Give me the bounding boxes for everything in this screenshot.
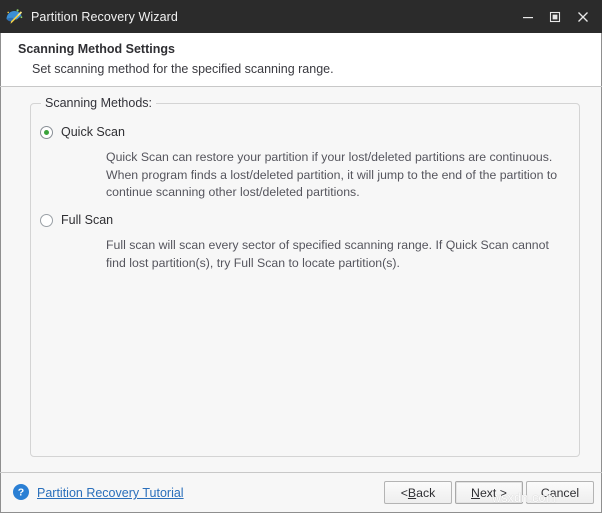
- radio-label-quick-scan: Quick Scan: [61, 125, 125, 139]
- back-button-label: <: [400, 485, 408, 500]
- option-description-full-scan: Full scan will scan every sector of spec…: [106, 238, 549, 270]
- cancel-button[interactable]: Cancel: [526, 481, 594, 504]
- next-button-label-rest: ext >: [479, 485, 507, 500]
- radio-button-full-scan[interactable]: [40, 214, 53, 227]
- page-subtitle: Set scanning method for the specified sc…: [32, 62, 334, 76]
- cancel-button-label: Cancel: [540, 485, 580, 500]
- radio-row-quick-scan[interactable]: Quick Scan: [40, 125, 572, 142]
- back-button-label-rest: ack: [416, 485, 436, 500]
- title-bar[interactable]: Partition Recovery Wizard: [0, 0, 602, 33]
- wizard-body: Scanning Methods: Quick Scan Quick Scan …: [1, 87, 601, 472]
- scanning-methods-groupbox: Scanning Methods: Quick Scan Quick Scan …: [30, 96, 580, 457]
- radio-button-quick-scan[interactable]: [40, 126, 53, 139]
- wizard-footer: ? Partition Recovery Tutorial < Back Nex…: [1, 473, 601, 512]
- minimize-icon[interactable]: [514, 0, 541, 33]
- option-full-scan[interactable]: Full Scan Full scan will scan every sect…: [40, 213, 572, 272]
- back-button-mnemonic: B: [407, 485, 417, 500]
- groupbox-legend: Scanning Methods:: [41, 96, 157, 110]
- back-button[interactable]: < Back: [384, 481, 452, 504]
- help-question-icon[interactable]: ?: [13, 484, 29, 500]
- radio-label-full-scan: Full Scan: [61, 213, 114, 227]
- wizard-header: Scanning Method Settings Set scanning me…: [1, 33, 601, 86]
- next-button[interactable]: Next >: [455, 481, 523, 504]
- partition-recovery-tutorial-link[interactable]: Partition Recovery Tutorial: [37, 486, 184, 500]
- application-window: Partition Recovery Wizard Scanning Metho…: [0, 0, 602, 513]
- close-icon[interactable]: [568, 0, 602, 33]
- next-button-mnemonic: N: [471, 485, 480, 500]
- window-title: Partition Recovery Wizard: [31, 9, 178, 24]
- wizard-wand-icon: [5, 8, 23, 26]
- maximize-icon[interactable]: [541, 0, 568, 33]
- page-title: Scanning Method Settings: [18, 42, 175, 56]
- option-description-quick-scan: Quick Scan can restore your partition if…: [106, 150, 558, 199]
- option-quick-scan[interactable]: Quick Scan Quick Scan can restore your p…: [40, 125, 572, 202]
- radio-row-full-scan[interactable]: Full Scan: [40, 213, 572, 230]
- svg-text:?: ?: [18, 487, 24, 499]
- window-controls: [514, 0, 602, 33]
